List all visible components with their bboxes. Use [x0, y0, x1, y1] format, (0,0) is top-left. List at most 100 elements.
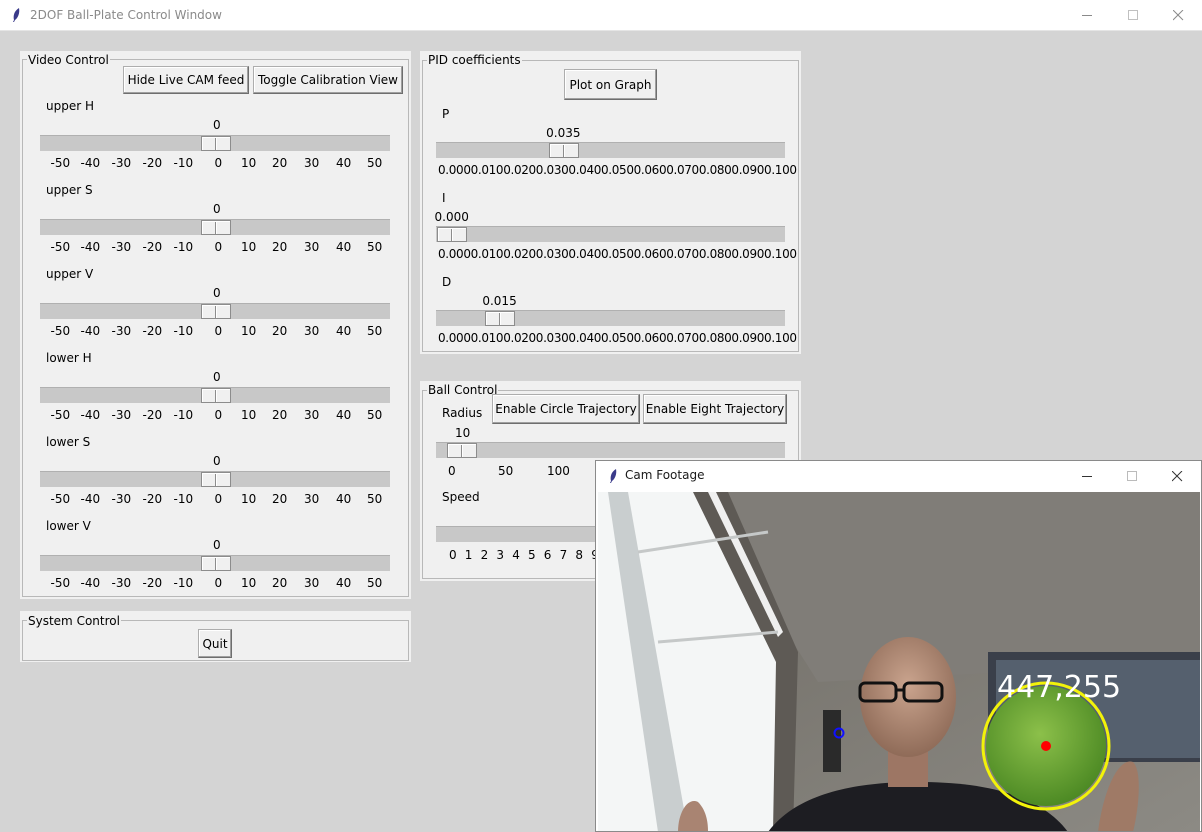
toggle-calibration-button[interactable]: Toggle Calibration View: [253, 66, 403, 94]
ball-control-label: Ball Control: [427, 383, 499, 397]
speed-tick-label: 1: [464, 548, 473, 562]
slider-tick-label: -10: [173, 324, 194, 338]
slider-tick-label: 10: [241, 240, 257, 254]
maximize-icon[interactable]: [1109, 461, 1155, 491]
slider-lower-s[interactable]: [40, 471, 390, 487]
pid-tick-labels: 0.0000.0100.0200.0300.0400.0500.0600.070…: [438, 331, 797, 345]
slider-tick-label: 40: [336, 156, 352, 170]
slider-thumb-upper-h[interactable]: [201, 136, 231, 151]
slider-tick-label: -20: [142, 576, 163, 590]
slider-tick-label: -10: [173, 492, 194, 506]
slider-label-lower-s: lower S: [46, 435, 91, 449]
slider-tick-label: -30: [111, 156, 132, 170]
speed-tick-label: 5: [528, 548, 536, 562]
minimize-icon[interactable]: [1064, 461, 1110, 491]
slider-tick-label: -20: [142, 156, 163, 170]
slider-tick-label: -40: [80, 408, 101, 422]
main-window-title: 2DOF Ball-Plate Control Window: [30, 8, 222, 22]
slider-tick-label: 40: [336, 492, 352, 506]
pid-label: PID coefficients: [427, 53, 522, 67]
slider-thumb-lower-h[interactable]: [201, 388, 231, 403]
pid-slider-thumb-p[interactable]: [548, 143, 579, 158]
slider-thumb-upper-v[interactable]: [201, 304, 231, 319]
slider-value-upper-h: 0: [213, 118, 221, 132]
slider-tick-label: 40: [336, 324, 352, 338]
slider-tick-label: -30: [111, 492, 132, 506]
pid-label-p: P: [442, 107, 450, 121]
cam-window-title: Cam Footage: [625, 468, 705, 482]
slider-tick-label: 20: [272, 156, 288, 170]
slider-tick-label: 30: [304, 576, 320, 590]
slider-thumb-upper-s[interactable]: [201, 220, 231, 235]
speed-tick-label: 2: [480, 548, 489, 562]
slider-tick-label: -50: [50, 324, 71, 338]
pid-slider-thumb-d[interactable]: [484, 311, 515, 326]
slider-tick-label: 0: [214, 156, 223, 170]
speed-label: Speed: [442, 490, 480, 504]
slider-tick-label: -30: [111, 576, 132, 590]
slider-tick-label: 0: [214, 408, 223, 422]
slider-label-upper-v: upper V: [46, 267, 94, 281]
main-window-titlebar: 2DOF Ball-Plate Control Window: [0, 0, 1202, 31]
quit-button[interactable]: Quit: [198, 629, 232, 658]
slider-tick-label: -30: [111, 408, 132, 422]
pid-label-i: I: [442, 191, 446, 205]
pid-frame: PID coefficients Plot on Graph P 0.035 0.0…: [420, 51, 801, 354]
slider-tick-label: 50: [367, 492, 383, 506]
hide-live-cam-button[interactable]: Hide Live CAM feed: [123, 66, 249, 94]
slider-lower-v[interactable]: [40, 555, 390, 571]
slider-upper-v[interactable]: [40, 303, 390, 319]
slider-tick-label: 10: [241, 492, 257, 506]
pid-slider-i[interactable]: [436, 226, 785, 242]
maximize-icon[interactable]: [1110, 0, 1156, 30]
slider-tick-label: -40: [80, 324, 101, 338]
plot-on-graph-button[interactable]: Plot on Graph: [564, 69, 657, 100]
system-control-label: System Control: [27, 614, 121, 628]
slider-lower-h[interactable]: [40, 387, 390, 403]
slider-tick-label: 30: [304, 324, 320, 338]
radius-slider[interactable]: [436, 442, 785, 458]
radius-tick-label: 50: [498, 464, 514, 478]
slider-tick-label: 0: [214, 324, 223, 338]
close-icon[interactable]: [1155, 0, 1201, 30]
pid-value-p: 0.035: [546, 126, 581, 140]
pid-slider-thumb-i[interactable]: [437, 227, 467, 242]
pid-slider-p[interactable]: [436, 142, 785, 158]
slider-tick-label: 0: [214, 240, 223, 254]
slider-tick-label: 50: [367, 240, 383, 254]
camera-feed: 447,255: [598, 492, 1200, 831]
enable-eight-trajectory-button[interactable]: Enable Eight Trajectory: [643, 394, 787, 424]
slider-thumb-lower-v[interactable]: [201, 556, 231, 571]
speed-tick-label: 6: [543, 548, 552, 562]
slider-upper-s[interactable]: [40, 219, 390, 235]
slider-tick-label: 10: [241, 576, 257, 590]
slider-tick-label: -30: [111, 324, 132, 338]
radius-slider-thumb[interactable]: [447, 443, 477, 458]
slider-tick-label: 0: [214, 492, 223, 506]
slider-tick-label: -10: [173, 156, 194, 170]
slider-tick-label: -30: [111, 240, 132, 254]
slider-tick-label: 50: [367, 324, 383, 338]
slider-tick-label: 50: [367, 156, 383, 170]
slider-upper-h[interactable]: [40, 135, 390, 151]
video-control-label: Video Control: [27, 53, 110, 67]
slider-tick-label: 20: [272, 408, 288, 422]
slider-tick-label: -50: [50, 156, 71, 170]
radius-tick-label: 100: [547, 464, 570, 478]
slider-tick-label: -10: [173, 576, 194, 590]
speed-tick-label: 3: [496, 548, 505, 562]
slider-tick-label: 20: [272, 240, 288, 254]
slider-tick-label: -50: [50, 408, 71, 422]
slider-tick-label: -50: [50, 240, 71, 254]
slider-label-upper-s: upper S: [46, 183, 93, 197]
pid-slider-d[interactable]: [436, 310, 785, 326]
close-icon[interactable]: [1154, 461, 1200, 491]
enable-circle-trajectory-button[interactable]: Enable Circle Trajectory: [492, 394, 640, 424]
slider-tick-label: 10: [241, 156, 257, 170]
slider-thumb-lower-s[interactable]: [201, 472, 231, 487]
slider-tick-label: -10: [173, 240, 194, 254]
minimize-icon[interactable]: [1064, 0, 1110, 30]
speed-tick-label: 0: [449, 548, 457, 562]
slider-tick-label: -20: [142, 324, 163, 338]
slider-label-lower-h: lower H: [46, 351, 92, 365]
